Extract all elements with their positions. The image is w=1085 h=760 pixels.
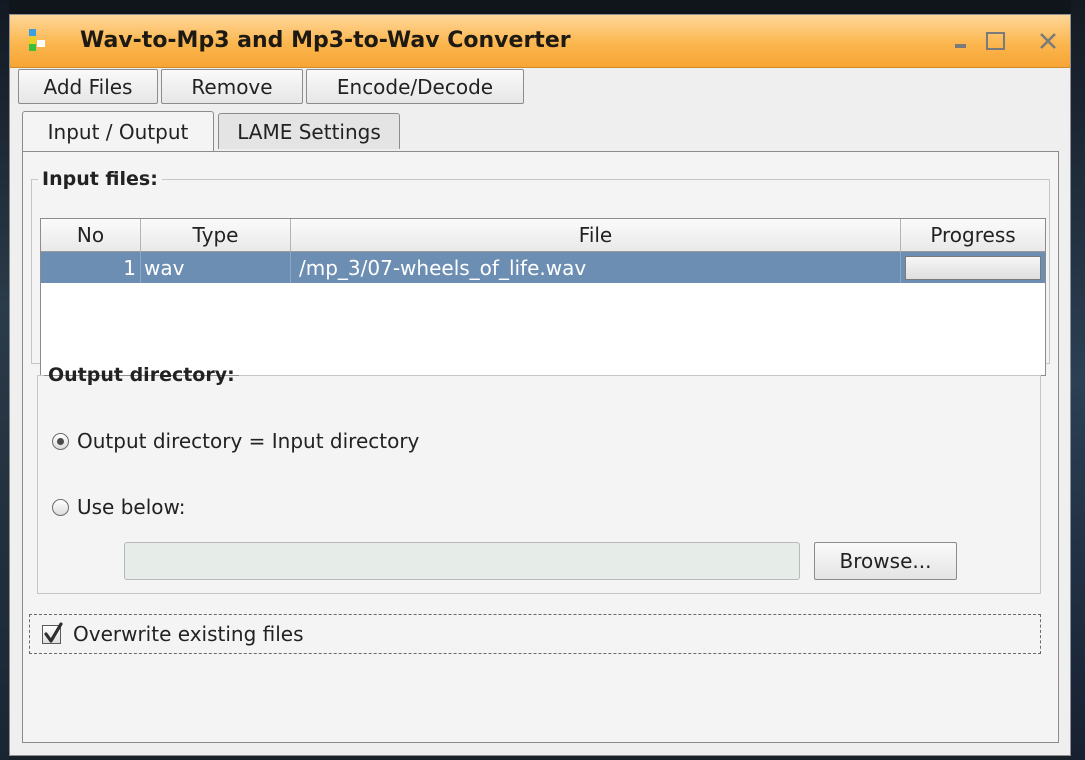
radio-output-equals-input[interactable]: Output directory = Input directory: [52, 426, 419, 456]
cell-progress: [901, 252, 1045, 283]
radio-button[interactable]: [52, 498, 69, 516]
cell-type: wav: [141, 252, 291, 283]
overwrite-checkbox[interactable]: [42, 621, 63, 644]
output-directory-label: Output directory:: [48, 364, 235, 386]
column-header-no[interactable]: No: [41, 219, 141, 252]
input-output-panel: Input files: No Type File Progress 1 wav…: [22, 151, 1059, 743]
column-header-progress[interactable]: Progress: [901, 219, 1045, 252]
input-files-table[interactable]: No Type File Progress 1 wav /mp_3/07-whe…: [40, 218, 1046, 376]
cell-no: 1: [41, 252, 141, 283]
overwrite-existing-checkbox-row[interactable]: Overwrite existing files: [29, 614, 1041, 654]
desktop-background-right: [1071, 0, 1085, 760]
window-title: Wav-to-Mp3 and Mp3-to-Wav Converter: [80, 28, 571, 53]
encode-decode-button[interactable]: Encode/Decode: [306, 69, 524, 104]
table-row[interactable]: 1 wav /mp_3/07-wheels_of_life.wav: [41, 252, 1045, 283]
table-header: No Type File Progress: [41, 219, 1045, 252]
output-directory-input[interactable]: [124, 542, 800, 580]
column-header-file[interactable]: File: [291, 219, 901, 252]
minimize-icon[interactable]: [950, 29, 976, 55]
app-icon: [29, 29, 49, 51]
radio-output-equals-input-label: Output directory = Input directory: [77, 429, 420, 453]
checkmark-icon: [44, 621, 63, 643]
remove-button[interactable]: Remove: [161, 69, 303, 104]
radio-use-below-label: Use below:: [77, 495, 186, 519]
input-files-label: Input files:: [42, 168, 158, 190]
output-directory-group: Output directory: Output directory = Inp…: [37, 364, 1041, 594]
add-files-button[interactable]: Add Files: [18, 69, 158, 104]
browse-button[interactable]: Browse...: [814, 542, 957, 580]
maximize-icon[interactable]: [983, 29, 1009, 55]
input-files-group: Input files: No Type File Progress 1 wav…: [31, 168, 1050, 376]
overwrite-label: Overwrite existing files: [73, 622, 304, 646]
converter-window: Wav-to-Mp3 and Mp3-to-Wav Converter Add …: [9, 14, 1071, 756]
close-icon[interactable]: [1036, 29, 1062, 55]
desktop-background-left: [0, 0, 9, 760]
tab-input-output[interactable]: Input / Output: [22, 111, 214, 151]
cell-file: /mp_3/07-wheels_of_life.wav: [291, 252, 901, 283]
tab-lame-settings[interactable]: LAME Settings: [218, 113, 400, 149]
title-bar[interactable]: Wav-to-Mp3 and Mp3-to-Wav Converter: [10, 15, 1070, 68]
desktop-background: [0, 0, 1085, 14]
radio-use-below[interactable]: Use below:: [52, 492, 186, 522]
progress-bar: [905, 255, 1041, 280]
column-header-type[interactable]: Type: [141, 219, 291, 252]
radio-button[interactable]: [52, 432, 69, 450]
